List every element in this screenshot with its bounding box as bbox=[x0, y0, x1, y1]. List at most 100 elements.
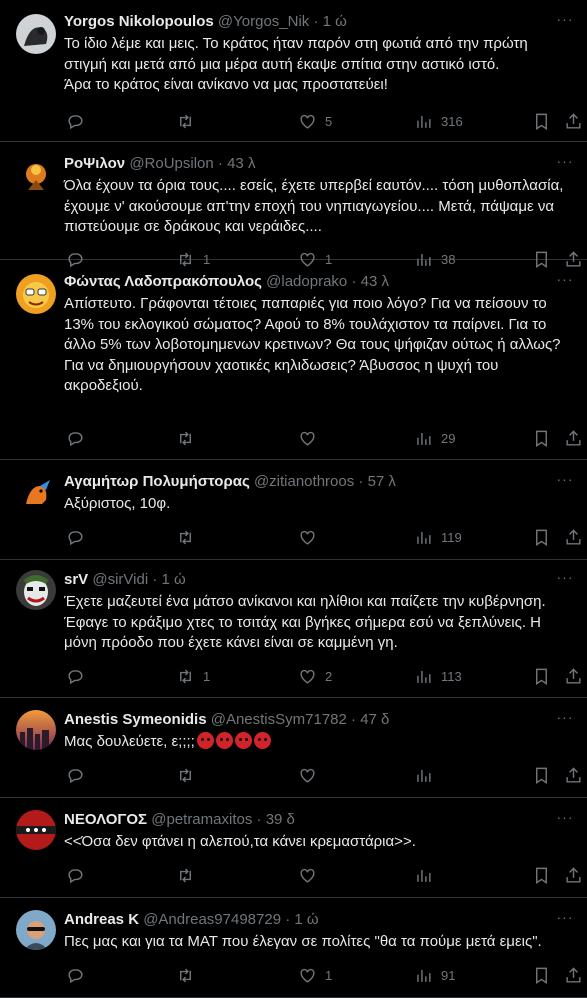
bookmark-button[interactable] bbox=[532, 427, 551, 449]
display-name[interactable]: Anestis Symeonidis bbox=[64, 711, 207, 728]
user-handle[interactable]: @zitianothroos bbox=[254, 473, 354, 490]
reply-button[interactable] bbox=[66, 764, 93, 786]
like-button[interactable]: 2 bbox=[298, 665, 332, 687]
avatar[interactable] bbox=[16, 274, 56, 314]
avatar[interactable] bbox=[16, 570, 56, 610]
views-button[interactable]: 119 bbox=[414, 526, 462, 548]
bookmark-button[interactable] bbox=[532, 526, 551, 548]
like-button[interactable] bbox=[298, 764, 325, 786]
display-name[interactable]: Andreas K bbox=[64, 911, 139, 928]
display-name[interactable]: Αγαμήτωρ Πολυμήστορας bbox=[64, 473, 250, 490]
share-button[interactable] bbox=[564, 665, 583, 687]
view-count: 316 bbox=[441, 113, 463, 129]
views-icon bbox=[417, 531, 431, 544]
like-button[interactable] bbox=[298, 864, 325, 886]
share-button[interactable] bbox=[564, 427, 583, 449]
tweet[interactable]: srV @sirVidi · 1 ώ ··· Έχετε μαζευτεί έν… bbox=[0, 560, 587, 698]
like-count: 2 bbox=[325, 668, 333, 684]
more-options-button[interactable]: ··· bbox=[555, 570, 575, 590]
tweet[interactable]: Φώντας Λαδοπρακόπουλος @ladoprako · 43 λ… bbox=[0, 260, 587, 460]
display-name[interactable]: srV bbox=[64, 571, 88, 588]
action-bar: 5 316 bbox=[58, 110, 581, 132]
display-name[interactable]: Φώντας Λαδοπρακόπουλος bbox=[64, 273, 262, 290]
avatar[interactable] bbox=[16, 910, 56, 950]
timestamp[interactable]: 1 ώ bbox=[294, 911, 318, 928]
like-button[interactable]: 1 bbox=[298, 964, 332, 986]
like-button[interactable] bbox=[298, 427, 325, 449]
reply-button[interactable] bbox=[66, 110, 93, 132]
views-button[interactable]: 29 bbox=[414, 427, 455, 449]
share-button[interactable] bbox=[564, 964, 583, 986]
tweet[interactable]: Αγαμήτωρ Πολυμήστορας @zitianothroos · 5… bbox=[0, 460, 587, 560]
retweet-button[interactable] bbox=[176, 764, 203, 786]
tweet[interactable]: ΡοΨιλον @RoUpsilon · 43 λ ··· Όλα έχουν … bbox=[0, 142, 587, 268]
user-handle[interactable]: @AnestisSym71782 bbox=[211, 711, 347, 728]
tweet[interactable]: Yorgos Nikolopoulos @Yorgos_Nik · 1 ώ ··… bbox=[0, 0, 587, 142]
reply-button[interactable] bbox=[66, 665, 93, 687]
display-name[interactable]: ΡοΨιλον bbox=[64, 155, 125, 172]
retweet-button[interactable] bbox=[176, 110, 203, 132]
like-button[interactable]: 5 bbox=[298, 110, 332, 132]
like-button[interactable] bbox=[298, 526, 325, 548]
avatar[interactable] bbox=[16, 710, 56, 750]
user-handle[interactable]: @Yorgos_Nik bbox=[218, 13, 309, 30]
retweet-icon bbox=[180, 114, 191, 128]
timestamp[interactable]: 39 δ bbox=[266, 811, 295, 828]
share-button[interactable] bbox=[564, 110, 583, 132]
more-options-button[interactable]: ··· bbox=[555, 710, 575, 730]
timestamp[interactable]: 57 λ bbox=[368, 473, 396, 490]
more-options-button[interactable]: ··· bbox=[555, 472, 575, 492]
avatar[interactable] bbox=[16, 156, 56, 196]
tweet[interactable]: Andreas K @Andreas97498729 · 1 ώ ··· Πες… bbox=[0, 898, 587, 998]
bookmark-button[interactable] bbox=[532, 964, 551, 986]
user-handle[interactable]: @ladoprako bbox=[266, 273, 347, 290]
views-button[interactable] bbox=[414, 864, 441, 886]
timestamp[interactable]: 1 ώ bbox=[162, 571, 186, 588]
display-name[interactable]: ΝΕΟΛΟΓΟΣ bbox=[64, 811, 147, 828]
views-button[interactable] bbox=[414, 764, 441, 786]
retweet-button[interactable] bbox=[176, 864, 203, 886]
retweet-button[interactable]: 1 bbox=[176, 665, 210, 687]
more-options-button[interactable]: ··· bbox=[555, 154, 575, 174]
timestamp[interactable]: 43 λ bbox=[361, 273, 389, 290]
timestamp[interactable]: 1 ώ bbox=[323, 13, 347, 30]
avatar[interactable] bbox=[16, 14, 56, 54]
more-options-button[interactable]: ··· bbox=[555, 810, 575, 830]
display-name[interactable]: Yorgos Nikolopoulos bbox=[64, 13, 214, 30]
views-button[interactable]: 316 bbox=[414, 110, 463, 132]
share-button[interactable] bbox=[564, 864, 583, 886]
user-handle[interactable]: @petramaxitos bbox=[151, 811, 252, 828]
bookmark-button[interactable] bbox=[532, 110, 551, 132]
tweet[interactable]: Anestis Symeonidis @AnestisSym71782 · 47… bbox=[0, 698, 587, 798]
reply-button[interactable] bbox=[66, 526, 93, 548]
share-button[interactable] bbox=[564, 526, 583, 548]
reply-button[interactable] bbox=[66, 864, 93, 886]
avatar[interactable] bbox=[16, 810, 56, 850]
retweet-icon bbox=[180, 669, 191, 683]
more-options-button[interactable]: ··· bbox=[555, 910, 575, 930]
tweet[interactable]: ΝΕΟΛΟΓΟΣ @petramaxitos · 39 δ ··· <<Όσα … bbox=[0, 798, 587, 898]
user-handle[interactable]: @RoUpsilon bbox=[129, 155, 213, 172]
retweet-button[interactable] bbox=[176, 526, 203, 548]
reply-button[interactable] bbox=[66, 964, 93, 986]
tweet-text-content: Μας δουλεύετε, ε;;;; bbox=[64, 733, 195, 750]
user-handle[interactable]: @sirVidi bbox=[92, 571, 148, 588]
timestamp[interactable]: 47 δ bbox=[360, 711, 389, 728]
view-count: 91 bbox=[441, 967, 456, 983]
timestamp[interactable]: 43 λ bbox=[227, 155, 255, 172]
retweet-button[interactable] bbox=[176, 964, 203, 986]
reply-button[interactable] bbox=[66, 427, 93, 449]
retweet-button[interactable] bbox=[176, 427, 203, 449]
bookmark-button[interactable] bbox=[532, 864, 551, 886]
user-handle[interactable]: @Andreas97498729 bbox=[143, 911, 281, 928]
more-options-button[interactable]: ··· bbox=[555, 272, 575, 292]
views-button[interactable]: 113 bbox=[414, 665, 462, 687]
reply-icon bbox=[68, 868, 83, 883]
bookmark-button[interactable] bbox=[532, 764, 551, 786]
views-button[interactable]: 91 bbox=[414, 964, 455, 986]
bookmark-button[interactable] bbox=[532, 665, 551, 687]
angry-face-emoji bbox=[253, 732, 271, 749]
share-button[interactable] bbox=[564, 764, 583, 786]
avatar[interactable] bbox=[16, 474, 56, 514]
more-options-button[interactable]: ··· bbox=[555, 12, 575, 32]
